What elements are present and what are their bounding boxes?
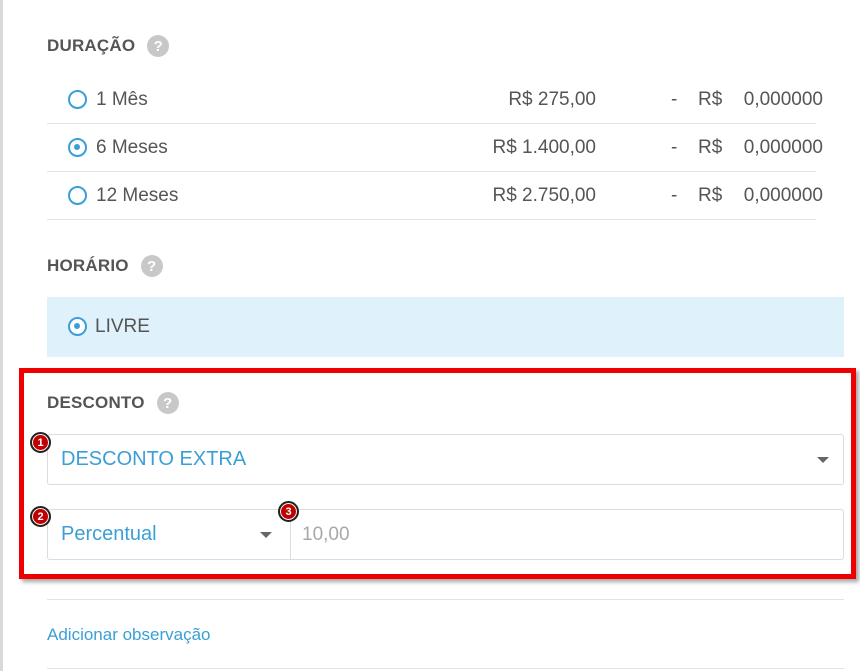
desconto-section-title: DESCONTO ? <box>47 392 179 414</box>
option-currency: R$ <box>698 184 723 206</box>
duracao-option-6-meses[interactable]: 6 Meses R$ 1.400,00 - R$ 0,000000 <box>47 124 823 172</box>
chevron-down-icon <box>260 532 272 538</box>
horario-title-text: HORÁRIO <box>47 256 129 275</box>
radio-icon[interactable] <box>68 90 87 109</box>
section-divider <box>47 599 844 600</box>
option-label: 6 Meses <box>96 136 168 158</box>
discount-amount-input[interactable]: 10,00 <box>290 509 844 560</box>
duracao-section-title: DURAÇÃO ? <box>47 35 170 57</box>
option-price: R$ 275,00 <box>508 88 596 110</box>
option-dash: - <box>671 184 678 206</box>
option-currency: R$ <box>698 88 723 110</box>
option-currency: R$ <box>698 136 723 158</box>
duracao-option-12-meses[interactable]: 12 Meses R$ 2.750,00 - R$ 0,000000 <box>47 172 823 220</box>
duracao-option-1-mes[interactable]: 1 Mês R$ 275,00 - R$ 0,000000 <box>47 76 823 124</box>
add-observation-link[interactable]: Adicionar observação <box>47 625 210 645</box>
discount-type-value: DESCONTO EXTRA <box>61 448 247 470</box>
option-price: R$ 1.400,00 <box>492 136 596 158</box>
option-label: 1 Mês <box>96 88 148 110</box>
left-panel-border <box>0 0 3 671</box>
radio-checked-icon[interactable] <box>68 138 87 157</box>
option-label: LIVRE <box>95 316 150 337</box>
annotation-marker-3: 3 <box>278 501 299 522</box>
discount-amount-placeholder: 10,00 <box>302 523 350 545</box>
help-icon[interactable]: ? <box>147 35 170 57</box>
section-divider <box>47 668 844 669</box>
option-price: R$ 2.750,00 <box>492 184 596 206</box>
discount-mode-value: Percentual <box>61 523 157 545</box>
annotation-marker-2: 2 <box>30 506 51 527</box>
duracao-title-text: DURAÇÃO <box>47 36 136 55</box>
discount-mode-select[interactable]: Percentual <box>47 509 291 560</box>
option-dash: - <box>671 136 678 158</box>
radio-checked-icon[interactable] <box>68 317 87 336</box>
desconto-title-text: DESCONTO <box>47 393 145 412</box>
horario-section-title: HORÁRIO ? <box>47 255 163 277</box>
option-dash: - <box>671 88 678 110</box>
help-icon[interactable]: ? <box>140 255 163 277</box>
option-discount-value: 0,000000 <box>743 88 823 110</box>
radio-icon[interactable] <box>68 186 87 205</box>
annotation-marker-1: 1 <box>30 432 51 453</box>
chevron-down-icon <box>817 457 829 463</box>
option-discount-value: 0,000000 <box>743 136 823 158</box>
option-label: 12 Meses <box>96 184 179 206</box>
discount-type-select[interactable]: DESCONTO EXTRA <box>47 434 844 485</box>
horario-option-livre[interactable]: LIVRE <box>47 297 844 357</box>
help-icon[interactable]: ? <box>156 392 179 414</box>
option-discount-value: 0,000000 <box>743 184 823 206</box>
